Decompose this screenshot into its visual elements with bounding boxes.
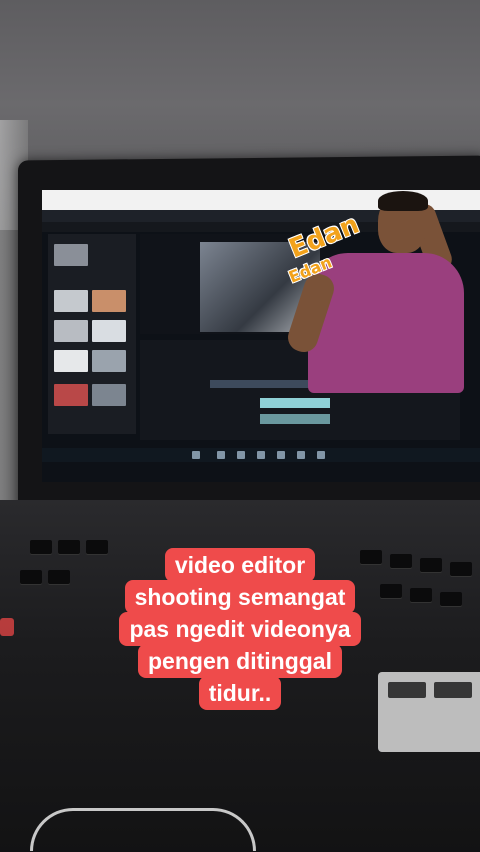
photo-scene: Edan Edan (0, 0, 480, 852)
earphone-cable (30, 808, 256, 851)
timeline-clip (260, 414, 330, 424)
caption-line: pengen ditinggal (138, 644, 342, 678)
media-thumbnail (54, 290, 88, 312)
media-thumbnail (92, 290, 126, 312)
media-thumbnail (54, 244, 88, 266)
taskbar-icon (277, 451, 285, 459)
media-thumbnail (54, 350, 88, 372)
timeline-clip (260, 398, 330, 408)
caption-block: video editor shooting semangat pas ngedi… (0, 548, 480, 710)
taskbar-icon (257, 451, 265, 459)
taskbar-icon (192, 451, 200, 459)
taskbar-icon (237, 451, 245, 459)
caption-line: shooting semangat (124, 580, 356, 614)
caption-line: pas ngedit videonya (119, 612, 361, 646)
project-panel (48, 234, 136, 434)
caption-line: tidur.. (198, 676, 282, 710)
person-hair (378, 191, 428, 211)
taskbar-icon (217, 451, 225, 459)
caption-line: video editor (164, 548, 316, 582)
media-thumbnail (92, 320, 126, 342)
media-thumbnail (54, 320, 88, 342)
media-thumbnail (54, 384, 88, 406)
media-thumbnail (92, 384, 126, 406)
media-thumbnail (92, 350, 126, 372)
taskbar-icon (297, 451, 305, 459)
taskbar-icon (317, 451, 325, 459)
os-taskbar (42, 448, 480, 462)
person-shirt (308, 253, 464, 393)
